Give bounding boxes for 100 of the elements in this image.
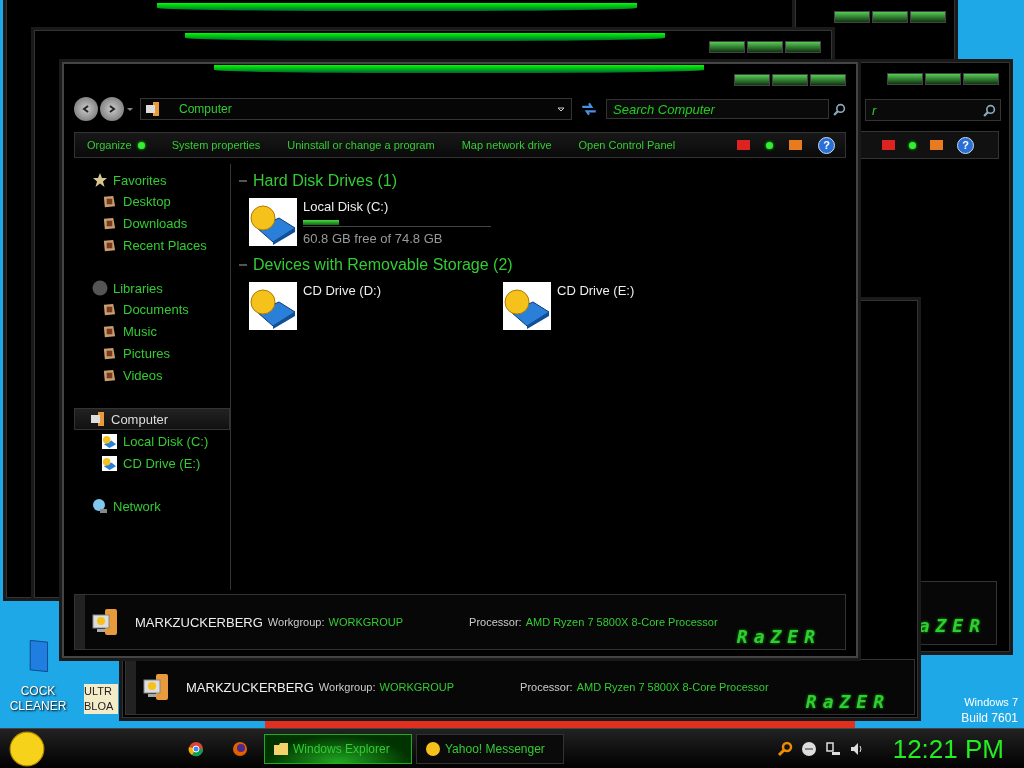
close-button[interactable] — [910, 11, 946, 23]
desktop-shortcut[interactable]: ULTR BLOA — [84, 684, 118, 714]
taskbar-button[interactable]: Windows Explorer — [264, 734, 412, 764]
drive-tile[interactable]: CD Drive (D:) — [249, 282, 497, 330]
status-icon[interactable] — [800, 741, 817, 757]
folder-icon — [102, 301, 117, 317]
close-button[interactable] — [785, 41, 821, 53]
drive-name: CD Drive (E:) — [557, 282, 635, 300]
taskbar-button[interactable]: Yahoo! Messenger — [416, 734, 564, 764]
toolbar-button[interactable]: Map network drive — [461, 139, 552, 151]
drive-tile[interactable]: Local Disk (C:) 60.8 GB free of 74.8 GB — [249, 198, 497, 246]
minimize-button[interactable] — [709, 41, 745, 53]
close-button[interactable] — [810, 74, 846, 86]
drive-tile[interactable]: CD Drive (E:) — [503, 282, 751, 330]
nav-group[interactable]: Favorites — [74, 170, 230, 190]
brand-logo: aZER — [918, 615, 986, 636]
processor-label: Processor: — [520, 681, 573, 693]
brand-logo: RaZER — [736, 626, 821, 647]
nav-group[interactable]: Computer — [74, 408, 230, 430]
network-icon[interactable] — [824, 741, 841, 757]
nav-item[interactable]: Local Disk (C:) — [74, 430, 230, 452]
drive-name: Local Disk (C:) — [303, 198, 390, 216]
nav-item[interactable]: Desktop — [74, 190, 230, 212]
folder-icon — [102, 215, 117, 231]
speaker-icon[interactable] — [848, 741, 865, 757]
workgroup-label: Workgroup: — [267, 616, 325, 628]
search-icon — [983, 103, 996, 117]
maximize-button[interactable] — [925, 73, 961, 85]
back-button[interactable] — [74, 97, 98, 121]
star-icon — [92, 172, 108, 188]
search-icon — [833, 102, 846, 116]
folder-icon — [102, 367, 117, 383]
start-button[interactable] — [8, 730, 46, 768]
folder-icon — [102, 193, 117, 209]
nav-item[interactable]: Pictures — [74, 342, 230, 364]
minimize-button[interactable] — [834, 11, 870, 23]
nav-item[interactable]: Downloads — [74, 212, 230, 234]
close-button[interactable] — [963, 73, 999, 85]
maximize-button[interactable] — [747, 41, 783, 53]
drive-name: CD Drive (D:) — [303, 282, 381, 300]
drive-icon — [503, 282, 551, 330]
drive-icon — [249, 282, 297, 330]
dot-icon — [766, 141, 773, 149]
toolbar-button[interactable]: Uninstall or change a program — [287, 139, 435, 151]
nav-item[interactable]: Music — [74, 320, 230, 342]
workgroup-value: WORKGROUP — [328, 616, 404, 628]
help-icon[interactable]: ? — [818, 136, 835, 154]
shortcut-label: ULTR — [84, 684, 112, 699]
brand-logo: RaZER — [805, 691, 890, 712]
os-version-text: Windows 7 — [964, 695, 1018, 710]
help-icon[interactable]: ? — [957, 136, 974, 154]
computer-name: MARKZUCKERBERG — [135, 614, 263, 630]
computer-icon — [145, 101, 161, 117]
shortcut-label: BLOA — [84, 699, 114, 714]
nav-item[interactable]: Recent Places — [74, 234, 230, 256]
browser-icon — [232, 741, 248, 757]
toolbar-button[interactable]: Organize — [87, 139, 145, 151]
drive-icon — [102, 455, 117, 471]
nav-item[interactable]: CD Drive (E:) — [74, 452, 230, 474]
processor-label: Processor: — [469, 616, 522, 628]
caret-icon[interactable] — [557, 105, 565, 113]
maximize-button[interactable] — [772, 74, 808, 86]
workgroup-label: Workgroup: — [318, 681, 376, 693]
folder-icon — [102, 237, 117, 253]
smiley-icon — [425, 741, 441, 757]
group-heading: Devices with Removable Storage (2) — [253, 256, 513, 274]
minimize-button[interactable] — [734, 74, 770, 86]
shortcut-label: COCK — [20, 684, 56, 699]
drive-icon — [249, 198, 297, 246]
globe-icon — [92, 498, 108, 514]
search-field[interactable]: Search Computer — [606, 99, 829, 119]
free-space-text: 60.8 GB free of 74.8 GB — [303, 231, 444, 246]
caret-icon[interactable] — [126, 105, 134, 113]
search-field[interactable]: r — [865, 99, 1001, 121]
computer-icon — [90, 411, 106, 427]
address-bar[interactable]: Computer — [140, 98, 572, 120]
nav-item[interactable]: Documents — [74, 298, 230, 320]
toolbar-button[interactable]: System properties — [171, 139, 261, 151]
dot-icon — [909, 141, 916, 149]
nav-group[interactable]: Libraries — [74, 278, 230, 298]
forward-button[interactable] — [100, 97, 124, 121]
folder-icon — [273, 741, 289, 757]
computer-name: MARKZUCKERBERG — [186, 679, 314, 695]
processor-value: AMD Ryzen 7 5800X 8-Core Processor — [525, 616, 718, 628]
folder-icon — [102, 345, 117, 361]
processor-value: AMD Ryzen 7 5800X 8-Core Processor — [576, 681, 769, 693]
nav-item[interactable]: Videos — [74, 364, 230, 386]
minimize-button[interactable] — [887, 73, 923, 85]
nav-group[interactable]: Network — [74, 496, 230, 516]
folder-icon — [102, 323, 117, 339]
shortcut-label: CLEANER — [9, 699, 67, 714]
group-heading: Hard Disk Drives (1) — [253, 172, 397, 190]
refresh-icon[interactable] — [580, 100, 598, 118]
browser-icon — [188, 741, 204, 757]
search-icon[interactable] — [776, 741, 793, 757]
toolbar-button[interactable]: Open Control Panel — [578, 139, 676, 151]
maximize-button[interactable] — [872, 11, 908, 23]
circle-icon — [92, 280, 108, 296]
workgroup-value: WORKGROUP — [379, 681, 455, 693]
clock[interactable]: 12:21 PM — [892, 733, 1004, 765]
